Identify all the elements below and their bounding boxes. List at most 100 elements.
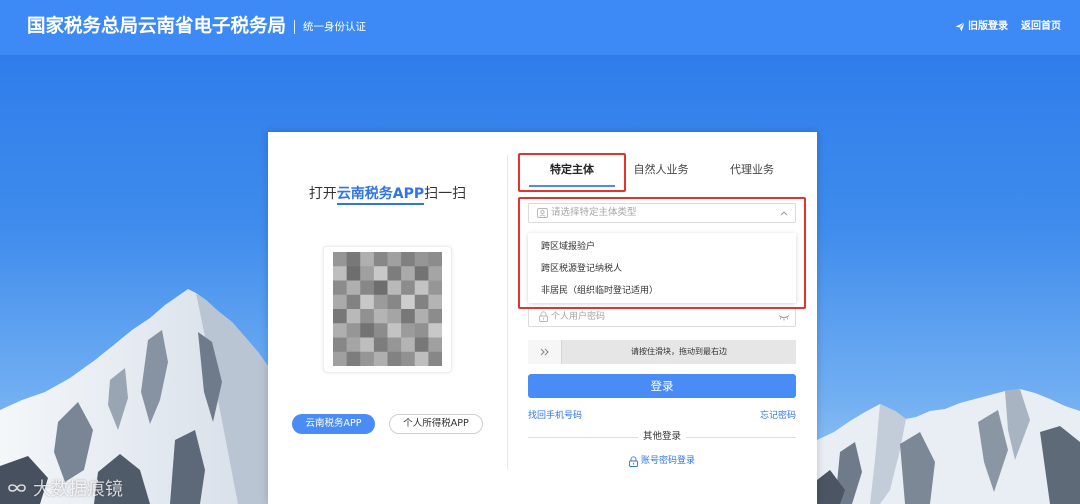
double-chevron-right-icon [540, 348, 549, 356]
password-placeholder: 个人用户密码 [551, 312, 606, 322]
qr-mosaic-cell [346, 323, 361, 338]
login-card: 打开云南税务APP扫一扫 云南税务APP 个人所得税APP 特定主体 自然人业务… [268, 132, 817, 504]
qr-mosaic-cell [373, 309, 388, 324]
qr-mosaic-cell [373, 351, 388, 366]
qr-mosaic-cell [387, 351, 402, 366]
qr-mosaic-cell [333, 266, 348, 281]
tab-agency[interactable]: 代理业务 [707, 161, 797, 179]
qr-mosaic-cell [346, 309, 361, 324]
qr-mosaic-cell [401, 323, 416, 338]
qr-mosaic-cell [414, 252, 429, 267]
highlight-box-subject-select [518, 197, 806, 309]
qr-mosaic-cell [387, 323, 402, 338]
paper-plane-icon [955, 22, 965, 32]
panel-divider [507, 155, 508, 470]
qr-mosaic-cell [333, 309, 348, 324]
qr-mosaic-cell [346, 266, 361, 281]
qr-mosaic-cell [346, 252, 361, 267]
qr-mosaic-cell [414, 323, 429, 338]
qr-mosaic-cell [414, 294, 429, 310]
watermark-text: 大数据痕镜 [33, 479, 123, 500]
top-header: 国家税务总局云南省电子税务局 统一身份认证 旧版登录 返回首页 [0, 0, 1080, 55]
qr-mosaic-cell [346, 351, 361, 366]
qr-mosaic-cell [414, 309, 429, 324]
old-version-login-link[interactable]: 旧版登录 [955, 20, 1008, 34]
qr-mosaic-cell [428, 351, 442, 366]
qr-mosaic-cell [373, 337, 388, 353]
qr-mosaic-cell [346, 294, 361, 310]
qr-mosaic-cell [401, 294, 416, 310]
qr-code-image [333, 252, 442, 366]
scan-prompt-prefix: 打开 [308, 186, 337, 202]
qr-mosaic-cell [333, 323, 348, 338]
tab-natural-person[interactable]: 自然人业务 [616, 161, 706, 179]
back-home-link[interactable]: 返回首页 [1021, 20, 1061, 34]
qr-mosaic-cell [373, 294, 388, 310]
qr-mosaic-cell [401, 337, 416, 353]
qr-mosaic-cell [401, 266, 416, 281]
qr-mosaic-cell [333, 294, 348, 310]
login-button[interactable]: 登录 [528, 374, 796, 398]
qr-mosaic-cell [333, 252, 348, 267]
qr-mosaic-cell [401, 309, 416, 324]
eye-closed-icon[interactable] [778, 314, 790, 321]
scan-prompt: 打开云南税务APP扫一扫 [268, 184, 507, 205]
qr-mosaic-cell [401, 252, 416, 267]
site-title: 国家税务总局云南省电子税务局 [27, 16, 287, 37]
qr-mosaic-cell [360, 337, 375, 353]
qr-mosaic-cell [387, 337, 402, 353]
qr-mosaic-cell [428, 294, 442, 310]
qr-mosaic-cell [346, 280, 361, 296]
qr-mosaic-cell [360, 351, 375, 366]
old-version-login-label: 旧版登录 [968, 21, 1008, 32]
scan-prompt-suffix: 扫一扫 [424, 186, 467, 202]
qr-mosaic-cell [414, 337, 429, 353]
recover-phone-link[interactable]: 找回手机号码 [528, 410, 582, 422]
lock-icon [539, 311, 548, 322]
qr-mosaic-cell [414, 266, 429, 281]
qr-mosaic-cell [360, 309, 375, 324]
qr-mosaic-cell [373, 280, 388, 296]
title-divider [294, 20, 295, 34]
infinity-icon [8, 484, 26, 492]
qr-mosaic-cell [387, 309, 402, 324]
slider-captcha-handle[interactable] [528, 340, 562, 364]
qr-mosaic-cell [333, 351, 348, 366]
yunnan-tax-app-button[interactable]: 云南税务APP [292, 414, 375, 434]
qr-mosaic-cell [373, 266, 388, 281]
qr-mosaic-cell [360, 252, 375, 267]
qr-mosaic-cell [414, 351, 429, 366]
qr-mosaic-cell [428, 309, 442, 324]
qr-mosaic-cell [387, 252, 402, 267]
password-input[interactable]: 个人用户密码 [528, 307, 796, 327]
qr-mosaic-cell [360, 294, 375, 310]
qr-mosaic-cell [428, 266, 442, 281]
qr-mosaic-cell [401, 351, 416, 366]
back-home-label: 返回首页 [1021, 21, 1061, 32]
qr-mosaic-cell [346, 337, 361, 353]
qr-mosaic-cell [428, 337, 442, 353]
qr-mosaic-cell [428, 280, 442, 296]
qr-mosaic-cell [387, 294, 402, 310]
qr-mosaic-cell [360, 266, 375, 281]
personal-income-tax-app-button[interactable]: 个人所得税APP [389, 414, 483, 434]
qr-mosaic-cell [333, 337, 348, 353]
other-login-divider: 其他登录 [528, 431, 796, 443]
qr-mosaic-cell [387, 280, 402, 296]
highlight-box-tab [518, 153, 626, 192]
forgot-password-link[interactable]: 忘记密码 [716, 410, 796, 422]
qr-mosaic-cell [373, 323, 388, 338]
qr-mosaic-cell [387, 266, 402, 281]
divider-line [686, 437, 796, 438]
qr-mosaic-cell [428, 323, 442, 338]
qr-mosaic-cell [428, 252, 442, 267]
account-password-login-label: 账号密码登录 [641, 456, 696, 466]
account-password-login-link[interactable]: 账号密码登录 [629, 455, 695, 467]
qr-code-frame [323, 246, 452, 373]
qr-mosaic-cell [360, 323, 375, 338]
site-subtitle: 统一身份认证 [303, 21, 366, 33]
watermark: 大数据痕镜 [6, 476, 123, 500]
scan-prompt-app-name: 云南税务APP [336, 186, 425, 205]
slider-captcha-hint: 请按住滑块，拖动到最右边 [631, 347, 727, 356]
qr-mosaic-cell [360, 280, 375, 296]
